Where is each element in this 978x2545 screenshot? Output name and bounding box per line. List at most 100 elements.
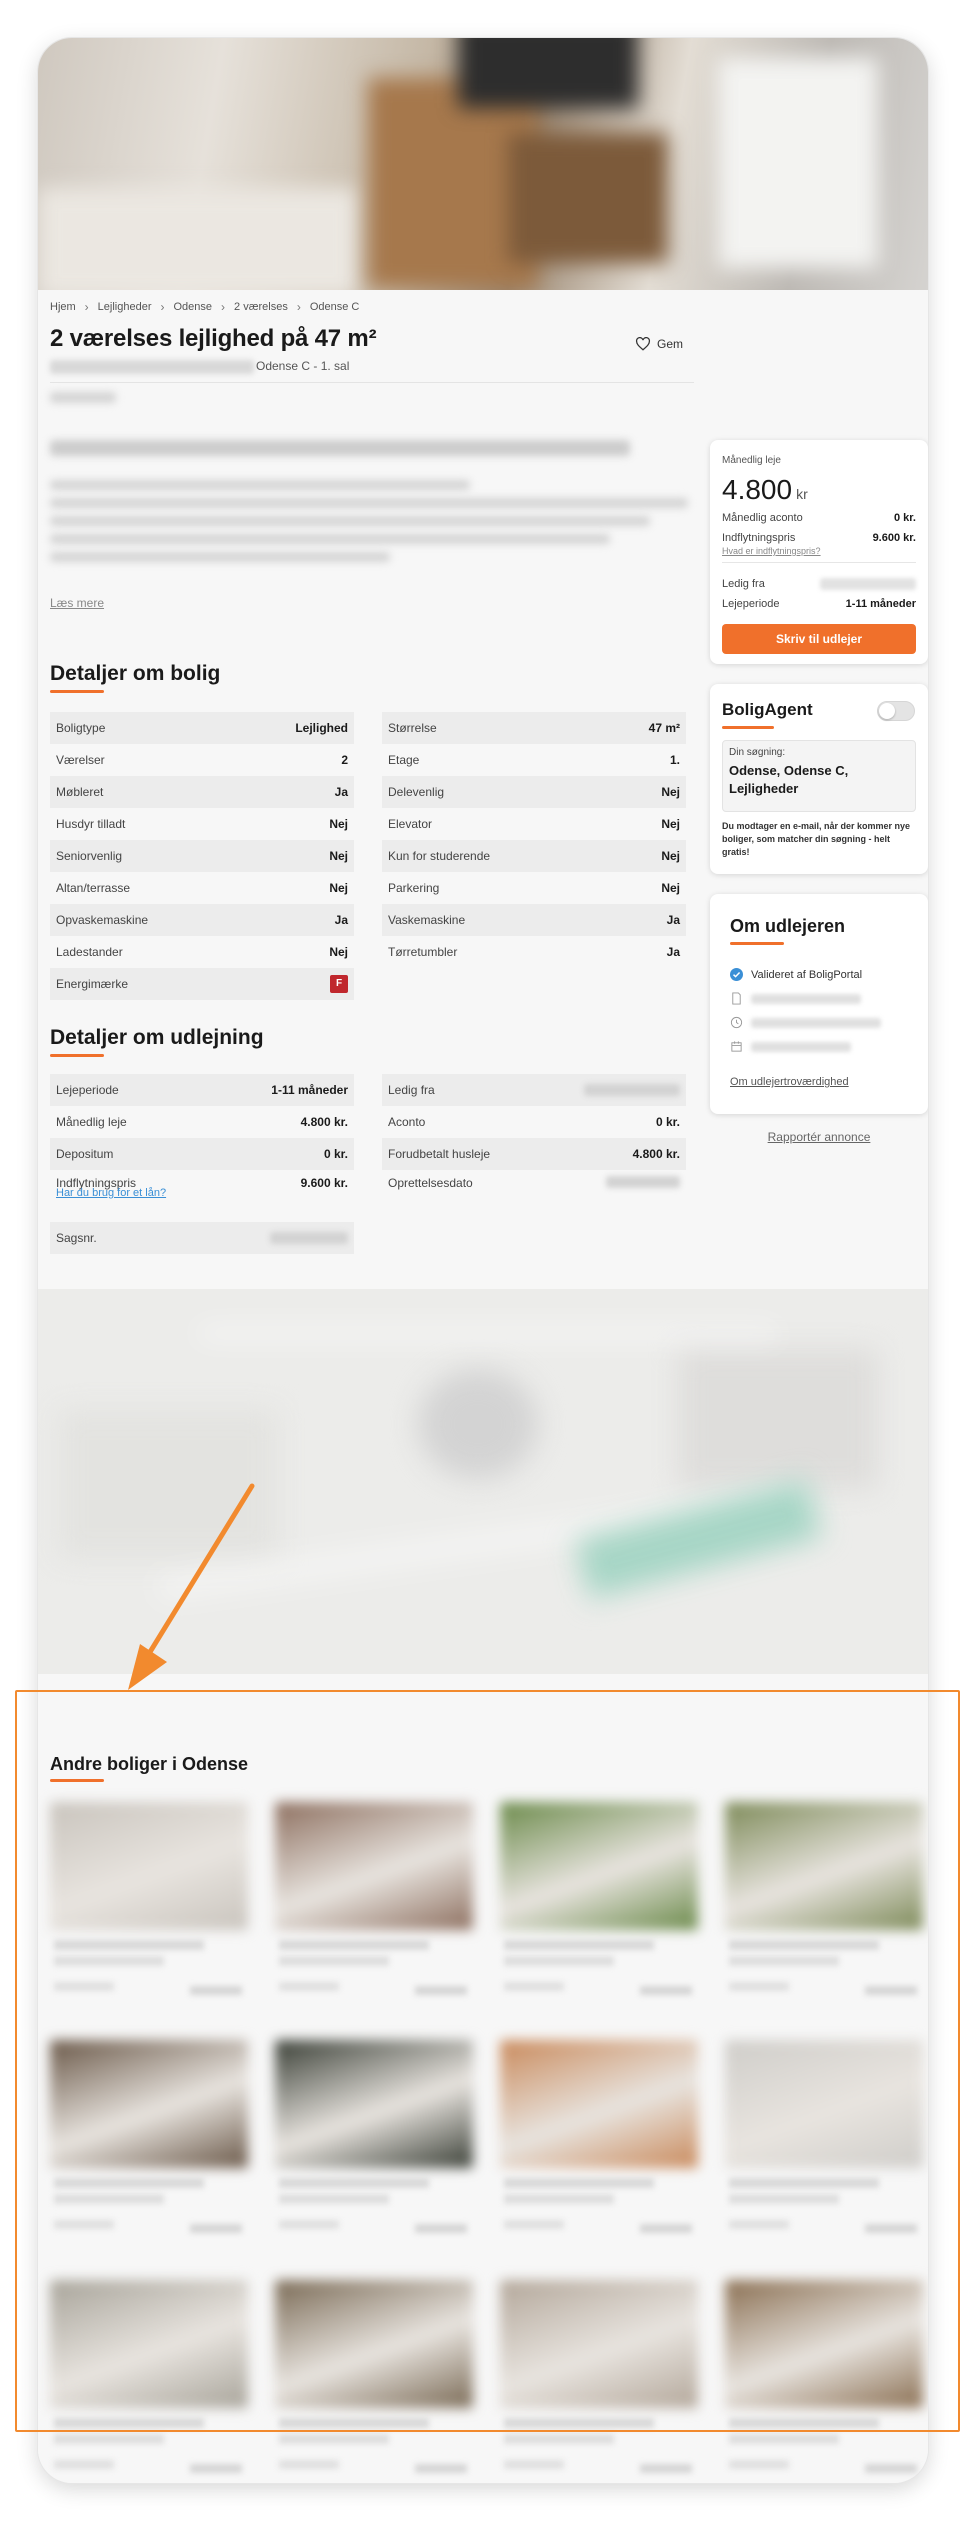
- save-button[interactable]: Gem: [635, 337, 683, 351]
- search-label: Din søgning:: [729, 747, 786, 758]
- detail-row: Opvaskemaskine Ja: [50, 904, 354, 936]
- bolig-agent-card: BoligAgent Din søgning: Odense, Odense C…: [710, 684, 928, 874]
- saved-search-box: Din søgning: Odense, Odense C, Lejlighed…: [722, 740, 916, 812]
- landlord-info-row: [730, 992, 861, 1005]
- detail-row: Seniorvenlig Nej: [50, 840, 354, 872]
- landlord-title: Om udlejeren: [730, 916, 846, 936]
- detail-row: Tørretumbler Ja: [388, 945, 680, 959]
- read-more-link[interactable]: Læs mere: [50, 596, 104, 610]
- description-blurred: [50, 552, 390, 562]
- listing-card-text-blurred: [279, 2434, 389, 2444]
- save-label: Gem: [657, 337, 684, 351]
- description-blurred: [50, 498, 688, 508]
- details-section-title: Detaljer om bolig: [50, 662, 221, 685]
- detail-row: Ladestander Nej: [56, 945, 348, 959]
- monthly-rent-amount: 4.800 kr: [722, 474, 808, 505]
- detail-row: Delevenlig Nej: [382, 776, 686, 808]
- listing-card-text-blurred: [865, 2464, 917, 2473]
- rental-row: Oprettelsesdato: [382, 1170, 686, 1202]
- rental-row: Aconto 0 kr.: [388, 1115, 680, 1129]
- breadcrumb-item[interactable]: 2 værelses: [234, 301, 288, 313]
- rental-row: Månedlig leje 4.800 kr.: [56, 1115, 348, 1129]
- detail-row: Husdyr tilladt Nej: [56, 817, 348, 831]
- landlord-card: Om udlejeren Valideret af BoligPortal Om…: [710, 894, 928, 1114]
- description-blurred: [50, 392, 116, 403]
- search-value: Odense, Odense C, Lejligheder: [729, 763, 849, 796]
- listing-card-text-blurred: [504, 2434, 614, 2444]
- verified-check-icon: [730, 968, 743, 981]
- rental-row: Forudbetalt husleje 4.800 kr.: [382, 1138, 686, 1170]
- rental-row: Lejeperiode 1-11 måneder: [50, 1074, 354, 1106]
- chevron-right-icon: ›: [160, 300, 165, 314]
- listing-hero-image[interactable]: [38, 38, 928, 290]
- landlord-trust-link[interactable]: Om udlejertroværdighed: [730, 1076, 849, 1088]
- section-underline: [730, 942, 784, 945]
- document-icon: [732, 992, 741, 1005]
- highlight-annotation-box: [15, 1690, 960, 2432]
- agent-note: Du modtager en e-mail, når der kommer ny…: [722, 821, 911, 857]
- chevron-right-icon: ›: [296, 300, 301, 314]
- detail-row: Vaskemaskine Ja: [382, 904, 686, 936]
- heart-icon: [635, 337, 651, 351]
- detail-row: Møbleret Ja: [50, 776, 354, 808]
- created-date-blurred: [606, 1176, 680, 1188]
- calendar-icon: [731, 1041, 742, 1052]
- detail-row: Elevator Nej: [388, 817, 680, 831]
- address-suffix: Odense C - 1. sal: [256, 359, 350, 373]
- listing-card-text-blurred: [729, 2460, 789, 2469]
- detail-row: Kun for studerende Nej: [382, 840, 686, 872]
- available-row: Ledig fra: [722, 578, 916, 590]
- divider: [722, 562, 916, 563]
- chevron-right-icon: ›: [84, 300, 89, 314]
- page-title: 2 værelses lejlighed på 47 m²: [50, 325, 377, 352]
- movein-row: Indflytningspris 9.600 kr.: [722, 532, 916, 544]
- landlord-info-blurred: [751, 1041, 851, 1052]
- breadcrumb-item[interactable]: Odense: [174, 301, 213, 313]
- loan-link[interactable]: Har du brug for et lån?: [56, 1187, 166, 1199]
- divider: [50, 382, 694, 383]
- agent-toggle[interactable]: [877, 701, 915, 721]
- description-blurred: [50, 534, 610, 544]
- rental-row: Depositum 0 kr.: [50, 1138, 354, 1170]
- detail-row: Etage 1.: [388, 753, 680, 767]
- monthly-rent-label: Månedlig leje: [722, 455, 781, 466]
- listing-card-text-blurred: [415, 2464, 467, 2473]
- chevron-right-icon: ›: [221, 300, 226, 314]
- landlord-info-blurred: [751, 993, 861, 1004]
- section-underline: [722, 726, 774, 729]
- landlord-info-row: [730, 1016, 881, 1029]
- section-underline: [50, 690, 104, 693]
- movein-help-link[interactable]: Hvad er indflytningspris?: [722, 546, 821, 556]
- listing-card-text-blurred: [54, 2460, 114, 2469]
- breadcrumb-item[interactable]: Odense C: [310, 301, 360, 313]
- price-card: Månedlig leje 4.800 kr Månedlig aconto 0 k…: [710, 440, 928, 664]
- detail-row: Energimærke F: [50, 968, 354, 1000]
- listing-card-text-blurred: [54, 2434, 164, 2444]
- description-blurred: [50, 516, 650, 526]
- contact-landlord-button[interactable]: Skriv til udlejer: [722, 624, 916, 654]
- detail-row: Værelser 2: [56, 753, 348, 767]
- section-underline: [50, 1054, 104, 1057]
- breadcrumb-item[interactable]: Lejligheder: [98, 301, 152, 313]
- description-blurred: [50, 440, 630, 456]
- location-map[interactable]: [38, 1289, 928, 1674]
- landlord-info-row: [730, 1040, 851, 1053]
- energy-label-badge[interactable]: F: [330, 975, 348, 993]
- listing-card-text-blurred: [504, 2460, 564, 2469]
- case-number-blurred: [270, 1232, 348, 1244]
- listing-card-text-blurred: [190, 2464, 242, 2473]
- detail-row: Altan/terrasse Nej: [56, 881, 348, 895]
- listing-card-text-blurred: [729, 2434, 839, 2444]
- listing-card-text-blurred: [279, 2460, 339, 2469]
- report-listing-link[interactable]: Rapportér annonce: [710, 1130, 928, 1144]
- aconto-row: Månedlig aconto 0 kr.: [722, 512, 916, 524]
- period-row: Lejeperiode 1-11 måneder: [722, 598, 916, 610]
- verified-row: Valideret af BoligPortal: [730, 968, 862, 981]
- description-blurred: [50, 480, 470, 490]
- detail-row: Størrelse 47 m²: [382, 712, 686, 744]
- available-date-blurred: [820, 578, 916, 590]
- breadcrumb-item[interactable]: Hjem: [50, 301, 76, 313]
- clock-icon: [730, 1016, 743, 1029]
- breadcrumb: Hjem › Lejligheder › Odense › 2 værelses…: [50, 298, 359, 316]
- rental-row: Ledig fra: [382, 1074, 686, 1106]
